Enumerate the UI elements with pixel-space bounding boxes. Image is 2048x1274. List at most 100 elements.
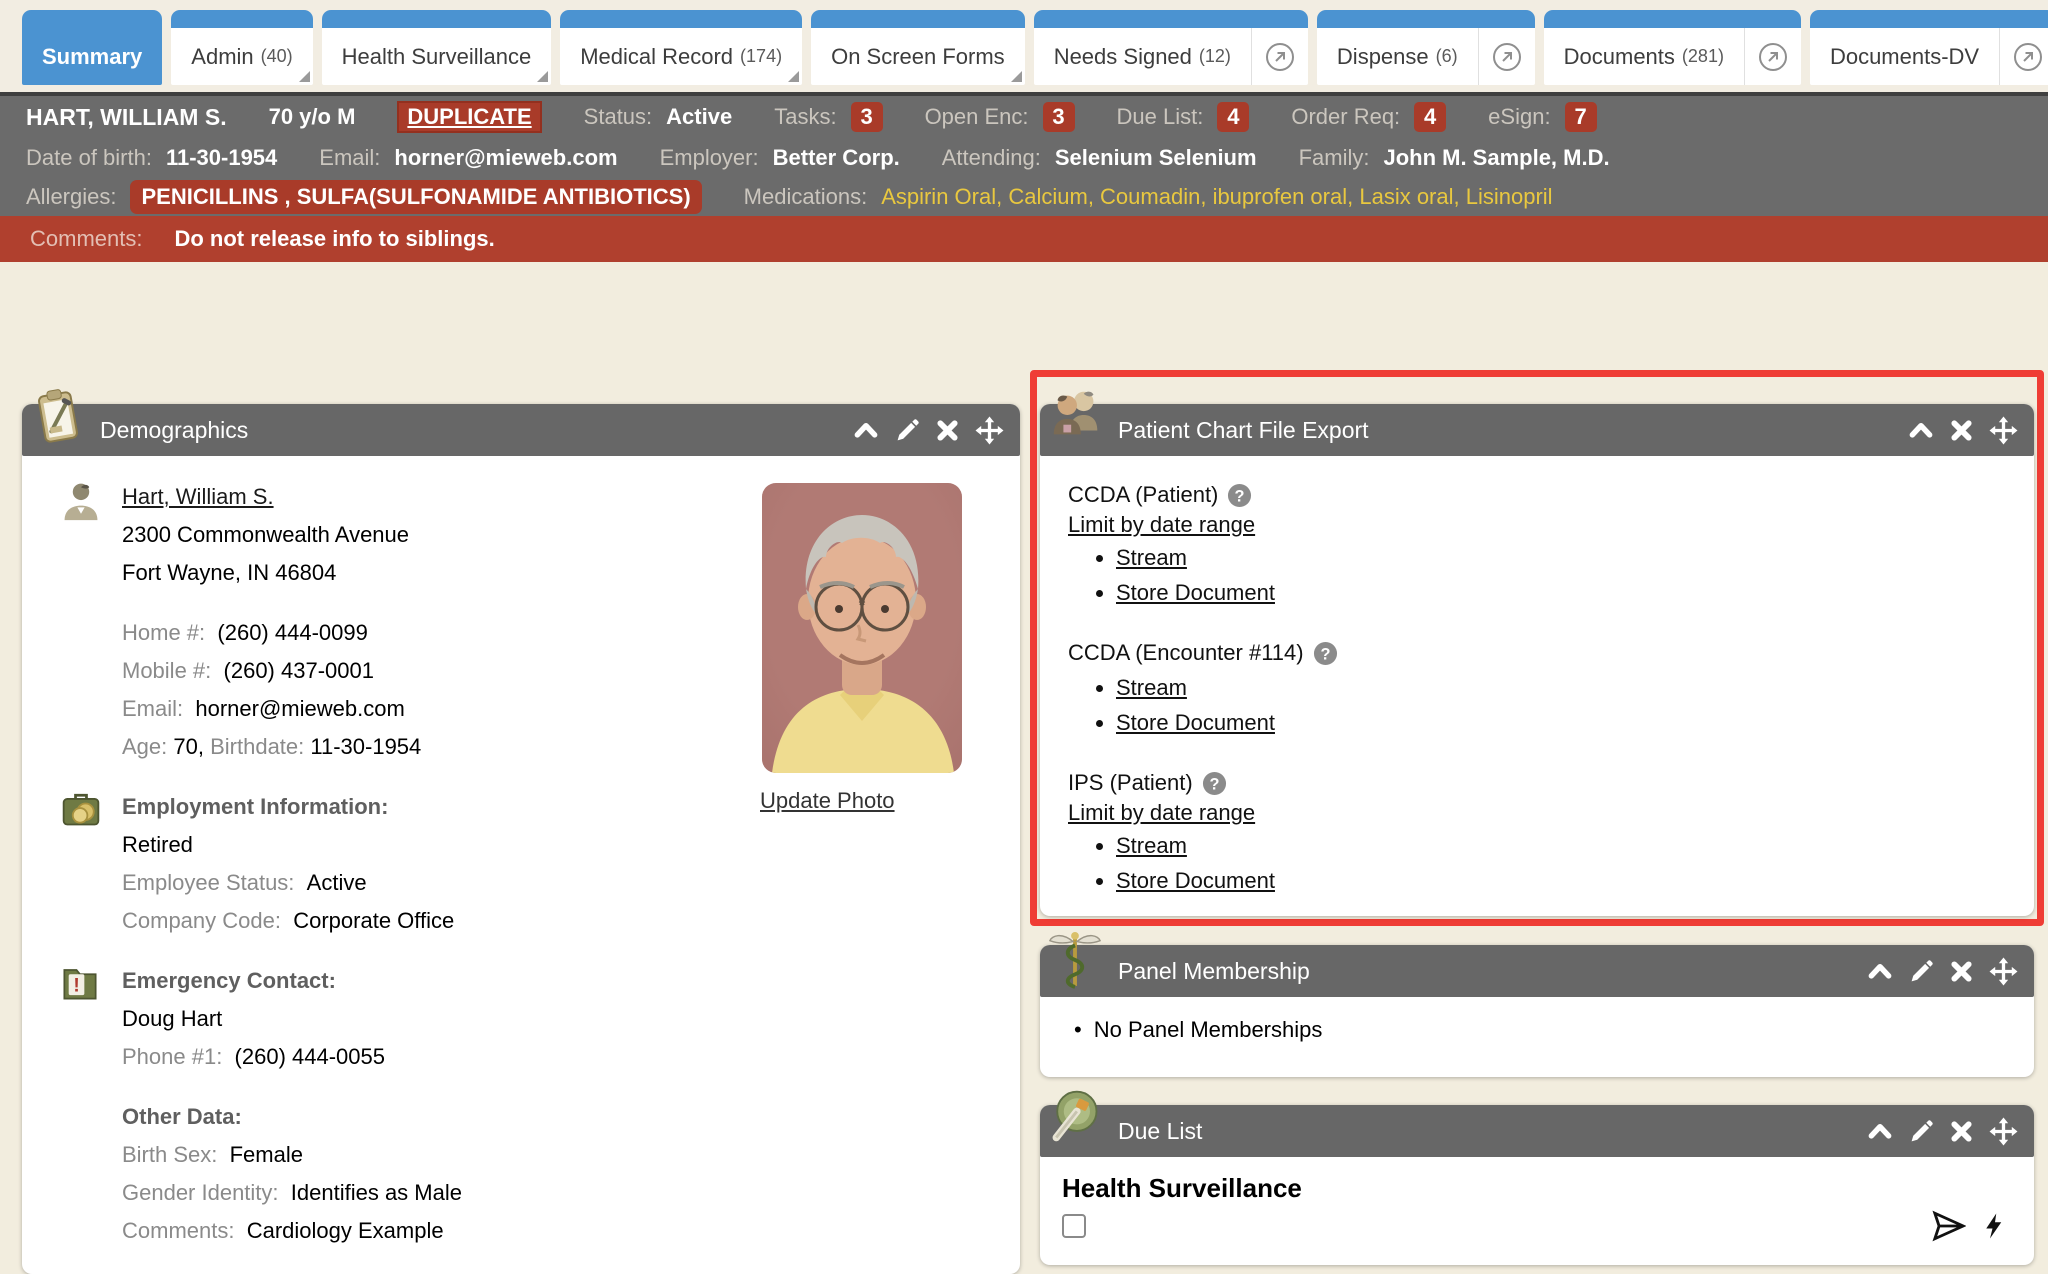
tab-admin[interactable]: Admin(40): [171, 10, 312, 85]
demographics-value: (260) 444-0099: [211, 620, 368, 645]
tab-health-surveillance[interactable]: Health Surveillance: [322, 10, 552, 85]
tab-needs-signed[interactable]: Needs Signed(12): [1034, 10, 1308, 85]
demographics-labeled-row: Birth Sex: Female: [122, 1136, 1020, 1174]
collapse-icon[interactable]: [853, 417, 879, 443]
tab-count: (6): [1436, 46, 1458, 67]
tab-label: Documents-DV: [1830, 44, 1979, 70]
demographics-value: (260) 444-0055: [228, 1044, 385, 1069]
collapse-icon[interactable]: [1908, 417, 1934, 443]
send-icon[interactable]: [1932, 1209, 1966, 1248]
tab-dispense[interactable]: Dispense(6): [1317, 10, 1535, 85]
open-in-new-window-icon[interactable]: [1744, 28, 1801, 85]
update-photo-link[interactable]: Update Photo: [760, 788, 895, 814]
demographics-label: Comments:: [122, 1218, 234, 1243]
edit-icon[interactable]: [1909, 1119, 1934, 1144]
help-icon[interactable]: ?: [1227, 483, 1252, 508]
demographics-value: Identifies as Male: [285, 1180, 462, 1205]
demographics-value: Retired: [122, 832, 193, 857]
collapse-icon[interactable]: [1867, 1118, 1893, 1144]
patient-name-link[interactable]: Hart, William S.: [122, 484, 274, 509]
medication-link[interactable]: Lisinopril: [1466, 184, 1553, 209]
export-panel-header[interactable]: Patient Chart File Export: [1040, 404, 2034, 456]
medication-link[interactable]: ibuprofen oral: [1213, 184, 1348, 209]
move-icon[interactable]: [1989, 416, 2018, 445]
tab-dropdown-corner-icon[interactable]: [788, 71, 799, 82]
edit-icon[interactable]: [1909, 959, 1934, 984]
tab-documents-dv[interactable]: Documents-DV: [1810, 10, 2048, 85]
esign-count-badge[interactable]: 7: [1565, 102, 1597, 132]
collapse-icon[interactable]: [1867, 958, 1893, 984]
caduceus-icon: [1048, 927, 1104, 989]
tab-summary[interactable]: Summary: [22, 10, 162, 85]
demographics-value: 11-30-1954: [304, 734, 421, 759]
tab-on-screen-forms[interactable]: On Screen Forms: [811, 10, 1025, 85]
tab-cap: [1544, 10, 1801, 28]
tab-dropdown-corner-icon[interactable]: [299, 71, 310, 82]
tasks-count-badge[interactable]: 3: [851, 102, 883, 132]
tab-dropdown-corner-icon[interactable]: [1011, 71, 1022, 82]
due-list-item-checkbox[interactable]: [1062, 1214, 1086, 1238]
tab-cap: [1810, 10, 2048, 28]
close-icon[interactable]: [1950, 960, 1973, 983]
demographics-label: Phone #1:: [122, 1044, 222, 1069]
order-req-count-badge[interactable]: 4: [1414, 102, 1446, 132]
move-icon[interactable]: [1989, 1117, 2018, 1146]
tab-documents[interactable]: Documents(281): [1544, 10, 1801, 85]
duplicate-flag[interactable]: DUPLICATE: [397, 101, 541, 133]
close-icon[interactable]: [1950, 419, 1973, 442]
medication-link[interactable]: Aspirin Oral: [881, 184, 996, 209]
dob-label: Date of birth:: [26, 145, 152, 171]
panel-membership-content: •No Panel Memberships: [1040, 997, 2034, 1043]
tab-cap: [22, 10, 162, 28]
section-heading-text: Other Data:: [122, 1104, 242, 1129]
due-list-count-badge[interactable]: 4: [1217, 102, 1249, 132]
family-value: John M. Sample, M.D.: [1383, 145, 1609, 171]
section-heading-text: Emergency Contact:: [122, 968, 336, 993]
stream-link[interactable]: Stream: [1116, 833, 1187, 858]
help-icon[interactable]: ?: [1202, 771, 1227, 796]
open-in-new-window-icon[interactable]: [1478, 28, 1535, 85]
tab-medical-record[interactable]: Medical Record(174): [560, 10, 802, 85]
open-enc-label: Open Enc:: [925, 104, 1029, 130]
allergies-pill[interactable]: PENICILLINS , SULFA(SULFONAMIDE ANTIBIOT…: [130, 180, 701, 214]
tab-cap: [322, 10, 552, 28]
demographics-panel-header[interactable]: Demographics: [22, 404, 1020, 456]
tab-cap: [171, 10, 312, 28]
patient-photo[interactable]: [762, 483, 962, 773]
medication-link[interactable]: Lasix oral: [1359, 184, 1453, 209]
medication-link[interactable]: Coumadin: [1100, 184, 1200, 209]
move-icon[interactable]: [1989, 957, 2018, 986]
briefcase-icon: [60, 788, 106, 834]
tasks-label: Tasks:: [774, 104, 836, 130]
tab-cap: [1317, 10, 1535, 28]
limit-by-date-range-link[interactable]: Limit by date range: [1068, 512, 1255, 538]
due-list-header[interactable]: Due List: [1040, 1105, 2034, 1157]
store-document-link[interactable]: Store Document: [1116, 868, 1275, 893]
esign-label: eSign:: [1488, 104, 1550, 130]
close-icon[interactable]: [1950, 1120, 1973, 1143]
folder-alert-icon: !: [60, 962, 106, 1008]
tab-dropdown-corner-icon[interactable]: [537, 71, 548, 82]
store-document-link[interactable]: Store Document: [1116, 710, 1275, 735]
patient-header-row2: Date of birth: 11-30-1954 Email: horner@…: [0, 138, 2048, 178]
open-in-new-window-icon[interactable]: [1251, 28, 1308, 85]
edit-icon[interactable]: [895, 418, 920, 443]
close-icon[interactable]: [936, 419, 959, 442]
open-enc-count-badge[interactable]: 3: [1043, 102, 1075, 132]
svg-text:?: ?: [1235, 487, 1245, 505]
move-icon[interactable]: [975, 416, 1004, 445]
limit-by-date-range-link[interactable]: Limit by date range: [1068, 800, 1255, 826]
email-label: Email:: [319, 145, 380, 171]
stream-link[interactable]: Stream: [1116, 675, 1187, 700]
medication-link[interactable]: Calcium: [1008, 184, 1087, 209]
patient-age-sex: 70 y/o M: [269, 104, 356, 130]
open-in-new-window-icon[interactable]: [1999, 28, 2048, 85]
tab-cap: [1034, 10, 1308, 28]
store-document-link[interactable]: Store Document: [1116, 580, 1275, 605]
help-icon[interactable]: ?: [1313, 641, 1338, 666]
stream-link[interactable]: Stream: [1116, 545, 1187, 570]
separator: ,: [1347, 184, 1359, 209]
demographics-labeled-row: Comments: Cardiology Example: [122, 1212, 1020, 1250]
panel-membership-header[interactable]: Panel Membership: [1040, 945, 2034, 997]
lightning-icon[interactable]: [1980, 1209, 2010, 1248]
